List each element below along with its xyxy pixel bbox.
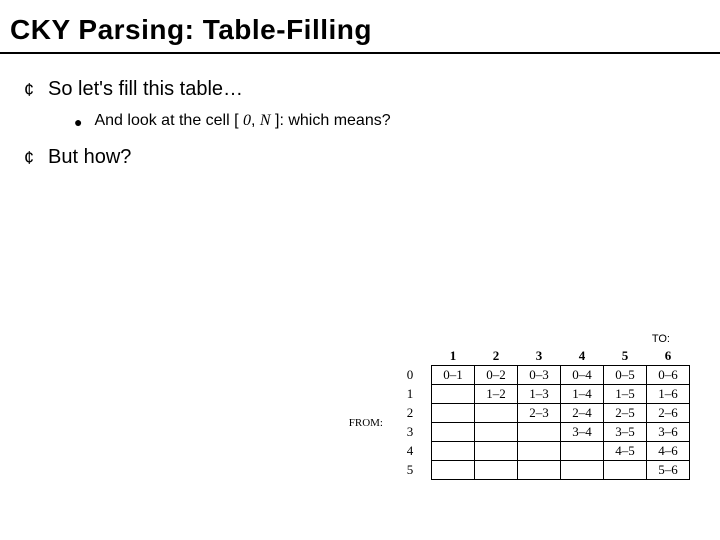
row-header: 2: [389, 404, 432, 423]
table-cell: [432, 423, 475, 442]
table-cell: 3–5: [604, 423, 647, 442]
table-cell: [475, 442, 518, 461]
corner-blank: [343, 347, 389, 366]
table-cell: 5–6: [647, 461, 690, 480]
cky-table-figure: TO: 1 2 3 4 5 6 FROM: 0 0–1 0–2 0–3 0–4 …: [343, 333, 690, 480]
col-header: 1: [432, 347, 475, 366]
slide-body: ¢ So let's fill this table… ● And look a…: [0, 54, 720, 170]
table-row: FROM: 0 0–1 0–2 0–3 0–4 0–5 0–6: [343, 366, 690, 385]
row-header: 4: [389, 442, 432, 461]
col-header: 2: [475, 347, 518, 366]
table-cell: [432, 442, 475, 461]
table-cell: [561, 461, 604, 480]
bullet-2-text: But how?: [48, 146, 131, 169]
var-n: N: [260, 112, 271, 129]
bullet-1-1: ● And look at the cell [ 0, N ]: which m…: [18, 112, 710, 132]
corner-blank: [389, 347, 432, 366]
table-cell: 1–3: [518, 385, 561, 404]
table-cell: 1–6: [647, 385, 690, 404]
disc-bullet-icon: ●: [74, 112, 82, 132]
header-row: 1 2 3 4 5 6: [343, 347, 690, 366]
table-cell: 1–4: [561, 385, 604, 404]
table-cell: 0–3: [518, 366, 561, 385]
text-fragment: ,: [251, 112, 260, 129]
table-row: 4 4–5 4–6: [343, 442, 690, 461]
table-cell: [518, 442, 561, 461]
table-cell: [475, 423, 518, 442]
text-fragment: ]: which means?: [271, 112, 391, 129]
row-header: 3: [389, 423, 432, 442]
table-cell: [561, 442, 604, 461]
bullet-2: ¢ But how?: [18, 146, 710, 170]
ring-bullet-icon: ¢: [24, 78, 34, 102]
col-header: 4: [561, 347, 604, 366]
table-cell: [432, 461, 475, 480]
table-cell: 0–4: [561, 366, 604, 385]
table-row: 1 1–2 1–3 1–4 1–5 1–6: [343, 385, 690, 404]
slide-title: CKY Parsing: Table-Filling: [0, 0, 720, 54]
from-label: FROM:: [343, 366, 389, 480]
bullet-1-text: So let's fill this table…: [48, 78, 243, 101]
table-cell: 0–2: [475, 366, 518, 385]
table-cell: [432, 385, 475, 404]
table-row: 3 3–4 3–5 3–6: [343, 423, 690, 442]
table-row: 2 2–3 2–4 2–5 2–6: [343, 404, 690, 423]
text-fragment: And look at the cell [: [94, 112, 243, 129]
table-cell: 2–4: [561, 404, 604, 423]
row-header: 1: [389, 385, 432, 404]
col-header: 3: [518, 347, 561, 366]
table-cell: 0–1: [432, 366, 475, 385]
table-cell: 3–4: [561, 423, 604, 442]
cky-table: 1 2 3 4 5 6 FROM: 0 0–1 0–2 0–3 0–4 0–5 …: [343, 347, 690, 480]
to-label: TO:: [343, 333, 690, 347]
col-header: 6: [647, 347, 690, 366]
table-cell: [604, 461, 647, 480]
table-cell: 3–6: [647, 423, 690, 442]
table-cell: 1–5: [604, 385, 647, 404]
table-cell: 2–6: [647, 404, 690, 423]
table-cell: 2–3: [518, 404, 561, 423]
table-cell: 2–5: [604, 404, 647, 423]
col-header: 5: [604, 347, 647, 366]
var-zero: 0: [243, 112, 251, 129]
table-row: 5 5–6: [343, 461, 690, 480]
table-cell: 0–5: [604, 366, 647, 385]
table-cell: 4–6: [647, 442, 690, 461]
row-header: 5: [389, 461, 432, 480]
table-cell: [475, 404, 518, 423]
row-header: 0: [389, 366, 432, 385]
table-cell: 1–2: [475, 385, 518, 404]
table-cell: 0–6: [647, 366, 690, 385]
bullet-1-1-text: And look at the cell [ 0, N ]: which mea…: [94, 112, 390, 130]
table-cell: [432, 404, 475, 423]
table-cell: [518, 423, 561, 442]
bullet-1: ¢ So let's fill this table…: [18, 78, 710, 102]
table-cell: [475, 461, 518, 480]
table-cell: [518, 461, 561, 480]
ring-bullet-icon: ¢: [24, 146, 34, 170]
slide: CKY Parsing: Table-Filling ¢ So let's fi…: [0, 0, 720, 540]
table-cell: 4–5: [604, 442, 647, 461]
